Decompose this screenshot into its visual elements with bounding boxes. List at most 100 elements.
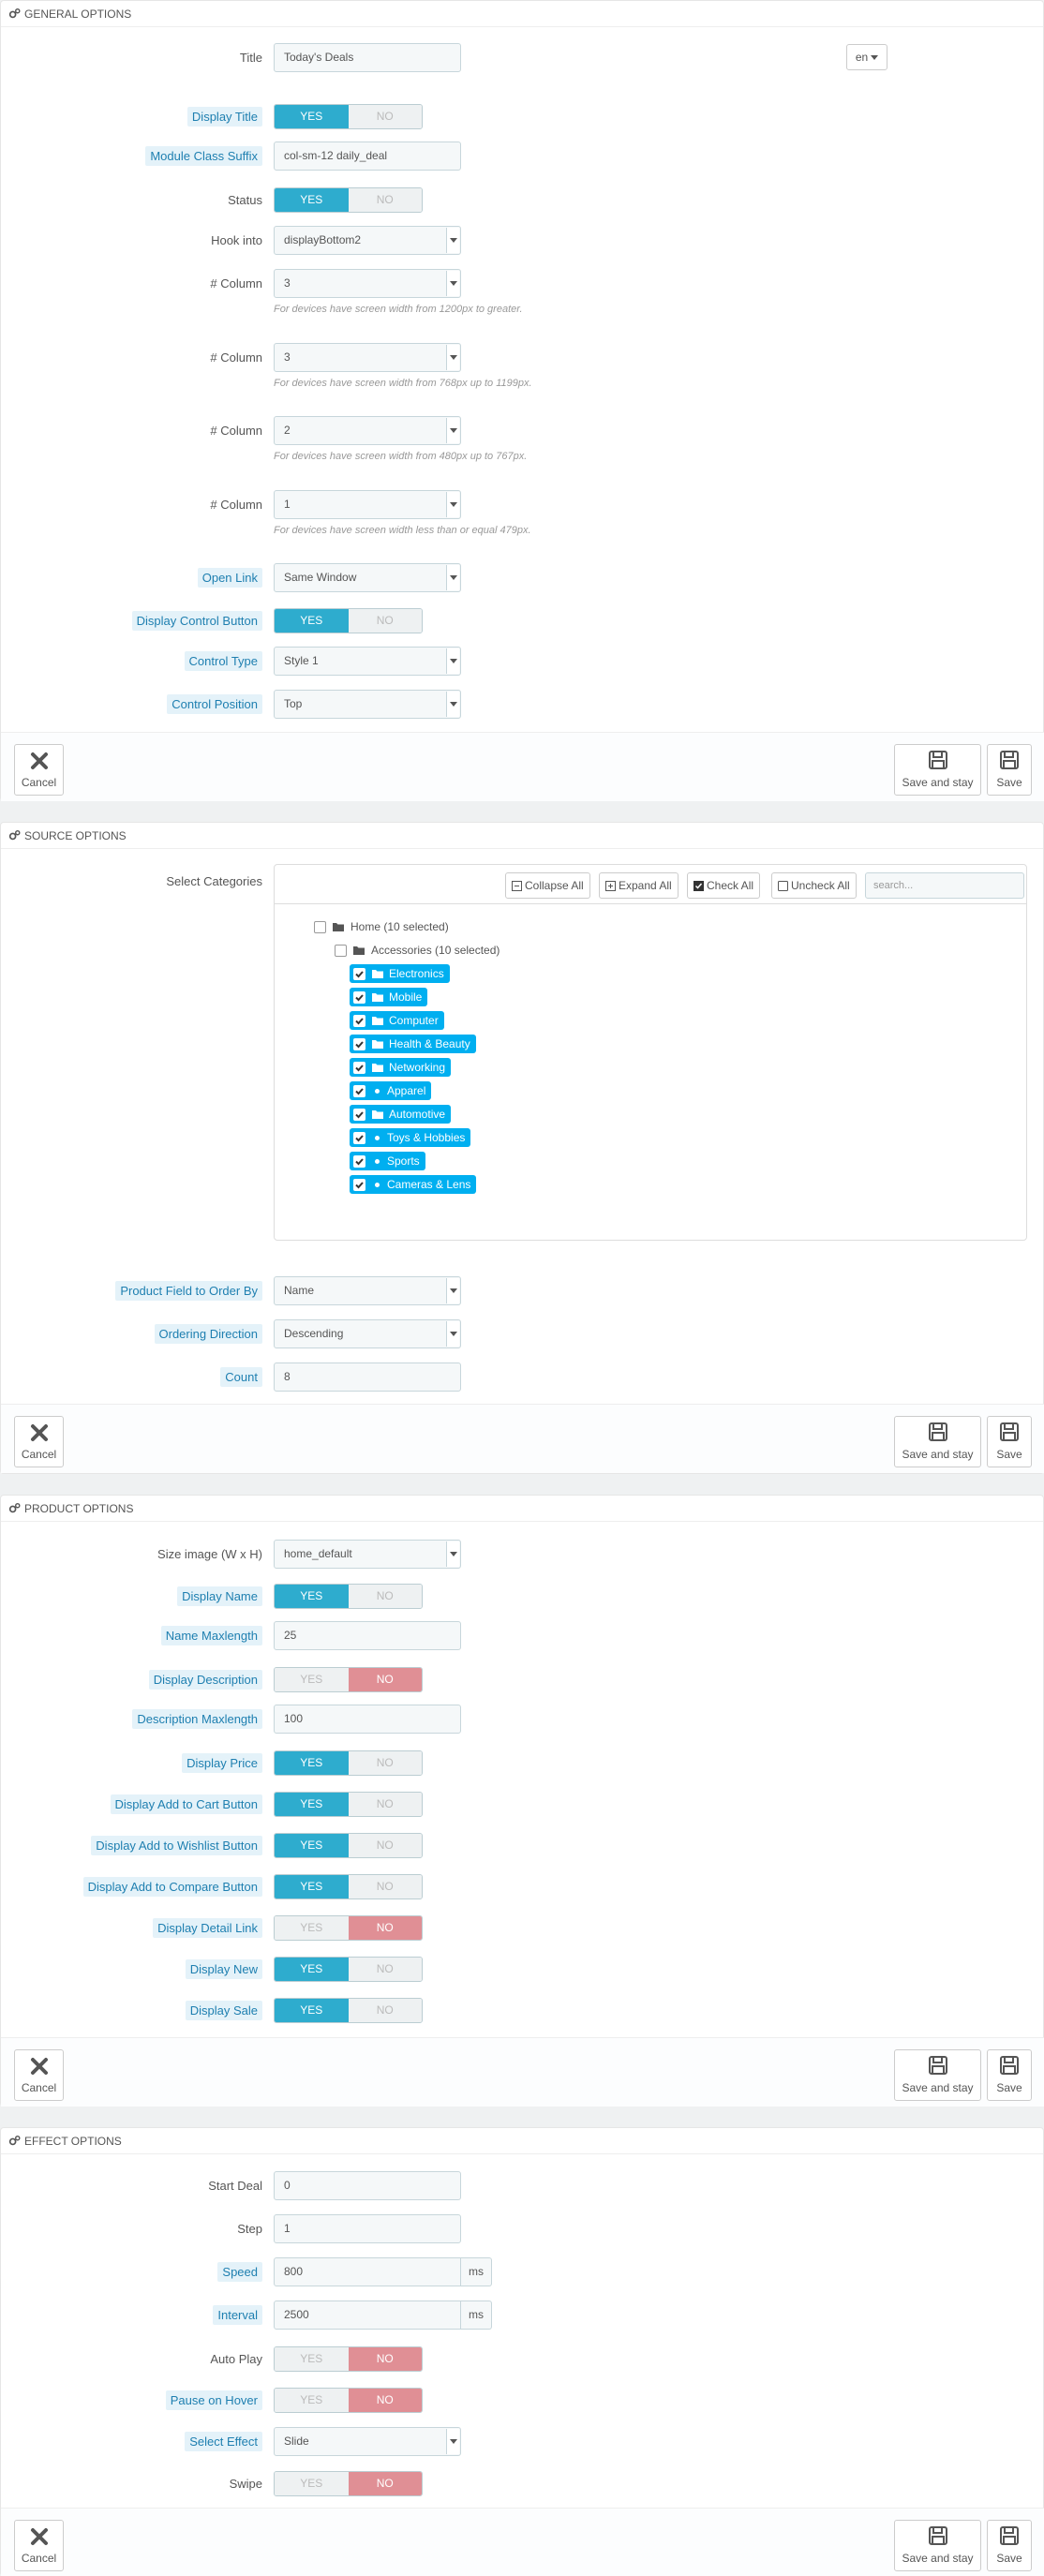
switch-no[interactable]: NO — [348, 1998, 422, 2022]
tree-node-accessories[interactable]: Accessories (10 selected) — [335, 941, 500, 960]
checkbox[interactable] — [314, 920, 326, 933]
order-by-select[interactable]: Name — [274, 1275, 461, 1305]
save-and-stay-button[interactable]: Save and stay — [894, 2520, 981, 2571]
checkbox-checked-icon[interactable] — [353, 1037, 365, 1050]
switch-no[interactable]: NO — [348, 1915, 422, 1940]
status-switch[interactable]: YES NO — [274, 186, 423, 213]
autoplay-switch[interactable]: YES NO — [274, 2345, 423, 2372]
checkbox[interactable] — [335, 944, 347, 957]
display-desc-switch[interactable]: YES NO — [274, 1666, 423, 1692]
switch-no[interactable]: NO — [348, 2471, 422, 2495]
switch-no[interactable]: NO — [348, 1667, 422, 1691]
switch-no[interactable]: NO — [348, 2346, 422, 2371]
tree-item-electronics[interactable]: Electronics — [350, 964, 450, 983]
direction-select[interactable]: Descending — [274, 1318, 461, 1348]
add-compare-switch[interactable]: YES NO — [274, 1873, 423, 1899]
display-name-switch[interactable]: YES NO — [274, 1583, 423, 1609]
cancel-button[interactable]: Cancel — [14, 2520, 64, 2571]
step-input[interactable]: 1 — [274, 2213, 461, 2243]
switch-no[interactable]: NO — [348, 1874, 422, 1898]
switch-yes[interactable]: YES — [275, 2346, 349, 2371]
language-dropdown[interactable]: en — [846, 44, 887, 70]
switch-no[interactable]: NO — [348, 1833, 422, 1857]
tree-item-toys-hobbies[interactable]: Toys & Hobbies — [350, 1128, 471, 1147]
tree-item-cameras-lens[interactable]: Cameras & Lens — [350, 1175, 477, 1194]
switch-yes[interactable]: YES — [275, 1874, 349, 1898]
save-and-stay-button[interactable]: Save and stay — [894, 1416, 981, 1467]
checkbox-checked-icon[interactable] — [353, 1154, 365, 1168]
display-title-switch[interactable]: YES NO — [274, 103, 423, 129]
start-deal-input[interactable]: 0 — [274, 2170, 461, 2200]
switch-no[interactable]: NO — [348, 1792, 422, 1816]
interval-input[interactable]: 2500 — [274, 2300, 461, 2330]
switch-yes[interactable]: YES — [275, 608, 349, 633]
checkbox-checked-icon[interactable] — [353, 1014, 365, 1027]
switch-yes[interactable]: YES — [275, 1750, 349, 1775]
save-button[interactable]: Save — [987, 2520, 1032, 2571]
detail-link-switch[interactable]: YES NO — [274, 1914, 423, 1941]
add-cart-switch[interactable]: YES NO — [274, 1791, 423, 1817]
check-all-button[interactable]: Check All — [687, 872, 761, 899]
save-and-stay-button[interactable]: Save and stay — [894, 2049, 981, 2101]
tree-search-input[interactable]: search... — [865, 872, 1024, 899]
switch-no[interactable]: NO — [348, 1957, 422, 1981]
switch-yes[interactable]: YES — [275, 2388, 349, 2412]
switch-yes[interactable]: YES — [275, 1667, 349, 1691]
tree-item-automotive[interactable]: Automotive — [350, 1105, 452, 1124]
save-button[interactable]: Save — [987, 2049, 1032, 2101]
name-max-input[interactable]: 25 — [274, 1620, 461, 1650]
control-position-select[interactable]: Top — [274, 689, 461, 719]
checkbox-checked-icon[interactable] — [353, 1061, 365, 1074]
control-type-select[interactable]: Style 1 — [274, 646, 461, 676]
open-link-select[interactable]: Same Window — [274, 562, 461, 592]
checkbox-checked-icon[interactable] — [353, 1084, 365, 1097]
switch-yes[interactable]: YES — [275, 1792, 349, 1816]
save-and-stay-button[interactable]: Save and stay — [894, 744, 981, 796]
pause-switch[interactable]: YES NO — [274, 2387, 423, 2413]
size-select[interactable]: home_default — [274, 1539, 461, 1569]
switch-yes[interactable]: YES — [275, 1998, 349, 2022]
cancel-button[interactable]: Cancel — [14, 1416, 64, 1467]
switch-yes[interactable]: YES — [275, 1833, 349, 1857]
control-button-switch[interactable]: YES NO — [274, 607, 423, 633]
checkbox-checked-icon[interactable] — [353, 990, 365, 1004]
add-wishlist-switch[interactable]: YES NO — [274, 1832, 423, 1858]
checkbox-checked-icon[interactable] — [353, 1178, 365, 1191]
display-sale-switch[interactable]: YES NO — [274, 1997, 423, 2023]
switch-no[interactable]: NO — [348, 2388, 422, 2412]
switch-yes[interactable]: YES — [275, 187, 349, 212]
tree-item-health-beauty[interactable]: Health & Beauty — [350, 1035, 476, 1053]
cancel-button[interactable]: Cancel — [14, 2049, 64, 2101]
desc-max-input[interactable]: 100 — [274, 1704, 461, 1734]
save-button[interactable]: Save — [987, 744, 1032, 796]
switch-no[interactable]: NO — [348, 104, 422, 128]
checkbox-checked-icon[interactable] — [353, 967, 365, 980]
cancel-button[interactable]: Cancel — [14, 744, 64, 796]
display-new-switch[interactable]: YES NO — [274, 1956, 423, 1982]
switch-no[interactable]: NO — [348, 1750, 422, 1775]
suffix-input[interactable]: col-sm-12 daily_deal — [274, 141, 461, 171]
tree-item-apparel[interactable]: Apparel — [350, 1081, 432, 1100]
tree-node-home[interactable]: Home (10 selected) — [314, 917, 449, 936]
switch-yes[interactable]: YES — [275, 1957, 349, 1981]
switch-no[interactable]: NO — [348, 608, 422, 633]
tree-item-computer[interactable]: Computer — [350, 1011, 444, 1030]
collapse-all-button[interactable]: Collapse All — [505, 872, 590, 899]
switch-no[interactable]: NO — [348, 187, 422, 212]
count-input[interactable]: 8 — [274, 1362, 461, 1392]
checkbox-checked-icon[interactable] — [353, 1108, 365, 1121]
tree-item-networking[interactable]: Networking — [350, 1058, 452, 1077]
select-effect-select[interactable]: Slide — [274, 2426, 461, 2456]
swipe-switch[interactable]: YES NO — [274, 2470, 423, 2496]
tree-item-mobile[interactable]: Mobile — [350, 988, 428, 1006]
switch-no[interactable]: NO — [348, 1584, 422, 1608]
switch-yes[interactable]: YES — [275, 1584, 349, 1608]
col3-select[interactable]: 2 — [274, 415, 461, 445]
col4-select[interactable]: 1 — [274, 489, 461, 519]
col2-select[interactable]: 3 — [274, 342, 461, 372]
speed-input[interactable]: 800 — [274, 2256, 461, 2286]
hook-select[interactable]: displayBottom2 — [274, 225, 461, 255]
checkbox-checked-icon[interactable] — [353, 1131, 365, 1144]
title-input[interactable]: Today's Deals — [274, 42, 461, 72]
display-price-switch[interactable]: YES NO — [274, 1750, 423, 1776]
